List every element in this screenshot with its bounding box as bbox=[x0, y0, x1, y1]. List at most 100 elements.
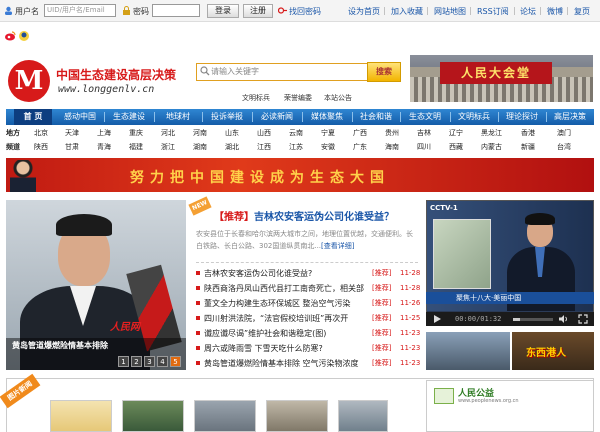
rss-link[interactable]: RSS订阅 bbox=[477, 6, 509, 17]
search-button[interactable]: 搜索 bbox=[367, 62, 401, 82]
nav-model-citizens[interactable]: 文明标兵 bbox=[452, 109, 496, 125]
alt-page-link[interactable]: 复页 bbox=[574, 6, 590, 17]
featured-caption[interactable]: 黄岛管道爆燃险情基本排除 bbox=[12, 340, 108, 351]
nav-media-focus[interactable]: 媒体聚焦 bbox=[304, 109, 350, 125]
region-link[interactable]: 海南 bbox=[385, 142, 399, 152]
region-link[interactable]: 江西 bbox=[257, 142, 271, 152]
nav-eco-civilization[interactable]: 生态文明 bbox=[402, 109, 448, 125]
region-link[interactable]: 浙江 bbox=[161, 142, 175, 152]
region-link[interactable]: 辽宁 bbox=[449, 128, 463, 138]
photo-news-thumbnail[interactable] bbox=[338, 400, 388, 432]
news-item[interactable]: 黄岛管道爆燃险情基本排除 空气污染物浓度 [推荐] 11-23 bbox=[196, 356, 420, 371]
region-link[interactable]: 云南 bbox=[289, 128, 303, 138]
slider-page-1[interactable]: 1 bbox=[118, 356, 129, 367]
region-link[interactable]: 西藏 bbox=[449, 142, 463, 152]
add-favorite-link[interactable]: 加入收藏 bbox=[391, 6, 423, 17]
nav-home[interactable]: 首 页 bbox=[14, 109, 52, 125]
region-link[interactable]: 吉林 bbox=[417, 128, 431, 138]
sitemap-link[interactable]: 网站地图 bbox=[434, 6, 466, 17]
play-icon[interactable] bbox=[432, 314, 442, 324]
hot-link-honorary-editors[interactable]: 荣誉编委 bbox=[284, 93, 312, 103]
region-link[interactable]: 甘肃 bbox=[65, 142, 79, 152]
region-link[interactable]: 新疆 bbox=[521, 142, 535, 152]
nav-high-level-decisions[interactable]: 高层决策 bbox=[548, 109, 592, 125]
region-link[interactable]: 北京 bbox=[34, 128, 48, 138]
hot-link-announcements[interactable]: 本站公告 bbox=[324, 93, 352, 103]
news-item[interactable]: 四川射洪法院，“法官假校培训班”再次开 [推荐] 11-25 bbox=[196, 311, 420, 326]
separator: | bbox=[469, 6, 472, 15]
region-link[interactable]: 青海 bbox=[97, 142, 111, 152]
nav-complaints[interactable]: 投诉举报 bbox=[204, 109, 250, 125]
news-item[interactable]: 董文全力构建生态环保城区 整治空气污染 [推荐] 11-26 bbox=[196, 296, 420, 311]
region-link[interactable]: 山东 bbox=[225, 128, 239, 138]
nav-theory[interactable]: 理论探讨 bbox=[500, 109, 544, 125]
nav-must-read[interactable]: 必读新闻 bbox=[254, 109, 300, 125]
region-link[interactable]: 天津 bbox=[65, 128, 79, 138]
region-link[interactable]: 宁夏 bbox=[321, 128, 335, 138]
slider-page-3[interactable]: 3 bbox=[144, 356, 155, 367]
hot-link-model-citizens[interactable]: 文明标兵 bbox=[242, 93, 270, 103]
nav-eco-construction[interactable]: 生态建设 bbox=[106, 109, 152, 125]
region-link[interactable]: 广西 bbox=[353, 128, 367, 138]
video-player[interactable] bbox=[426, 200, 594, 326]
region-row-channel: 频道 陕西 甘肃 青海 福建 浙江 湖南 湖北 江西 江苏 安徽 广东 海南 四… bbox=[6, 142, 594, 155]
region-link[interactable]: 内蒙古 bbox=[481, 142, 502, 152]
news-title[interactable]: 陕西商洛丹凤山西代县打工南奇死亡，相关部 bbox=[204, 281, 368, 296]
slider-page-4[interactable]: 4 bbox=[157, 356, 168, 367]
nav-touching-china[interactable]: 感动中国 bbox=[58, 109, 102, 125]
region-link[interactable]: 四川 bbox=[417, 142, 431, 152]
qq-share-icon[interactable] bbox=[18, 30, 30, 42]
volume-icon[interactable] bbox=[558, 314, 568, 324]
region-link[interactable]: 江苏 bbox=[289, 142, 303, 152]
login-button[interactable]: 登录 bbox=[207, 4, 239, 18]
fullscreen-icon[interactable] bbox=[578, 314, 588, 324]
weibo-link[interactable]: 微博 bbox=[547, 6, 563, 17]
photo-news-thumbnail[interactable] bbox=[122, 400, 184, 432]
region-link[interactable]: 湖北 bbox=[225, 142, 239, 152]
region-link[interactable]: 贵州 bbox=[385, 128, 399, 138]
news-title[interactable]: 董文全力构建生态环保城区 整治空气污染 bbox=[204, 296, 368, 311]
region-link[interactable]: 广东 bbox=[353, 142, 367, 152]
region-link[interactable]: 台湾 bbox=[557, 142, 571, 152]
weibo-icon[interactable] bbox=[4, 30, 16, 42]
region-link[interactable]: 澳门 bbox=[557, 128, 571, 138]
news-title[interactable]: 吉林农安客运伪公司化谁受益? bbox=[204, 266, 368, 281]
news-item[interactable]: 吉林农安客运伪公司化谁受益? [推荐] 11-28 bbox=[196, 266, 420, 281]
region-link[interactable]: 湖南 bbox=[193, 142, 207, 152]
slider-page-5[interactable]: 5 bbox=[170, 356, 181, 367]
news-title[interactable]: 谶应谶尽谒”维护社会和谐稳定(图) bbox=[204, 326, 368, 341]
search-input[interactable]: 请输入关键字 bbox=[211, 66, 259, 77]
region-link[interactable]: 河北 bbox=[161, 128, 175, 138]
news-title[interactable]: 周六或降雨雪 下雪天吃什么防寒? bbox=[204, 341, 368, 356]
news-item[interactable]: 谶应谶尽谒”维护社会和谐稳定(图) [推荐] 11-23 bbox=[196, 326, 420, 341]
nav-social-harmony[interactable]: 社会和谐 bbox=[354, 109, 398, 125]
forum-link[interactable]: 论坛 bbox=[520, 6, 536, 17]
nav-separator bbox=[352, 112, 353, 122]
retrieve-password-link[interactable]: 找回密码 bbox=[289, 6, 321, 17]
news-title[interactable]: 四川射洪法院，“法官假校培训班”再次开 bbox=[204, 311, 368, 326]
region-link[interactable]: 河南 bbox=[193, 128, 207, 138]
region-link[interactable]: 山西 bbox=[257, 128, 271, 138]
region-link[interactable]: 福建 bbox=[129, 142, 143, 152]
region-link[interactable]: 香港 bbox=[521, 128, 535, 138]
region-link[interactable]: 陕西 bbox=[34, 142, 48, 152]
photo-news-thumbnail[interactable] bbox=[194, 400, 256, 432]
photo-news-thumbnail[interactable] bbox=[50, 400, 112, 432]
video-thumbnail[interactable] bbox=[426, 332, 510, 370]
register-button[interactable]: 注册 bbox=[243, 4, 273, 18]
region-link[interactable]: 安徽 bbox=[321, 142, 335, 152]
photo-news-thumbnail[interactable] bbox=[266, 400, 328, 432]
headline-title[interactable]: 【推荐】吉林农安客运伪公司化谁受益？ bbox=[214, 208, 394, 223]
news-item[interactable]: 陕西商洛丹凤山西代县打工南奇死亡，相关部 [推荐] 11-28 bbox=[196, 281, 420, 296]
region-link[interactable]: 重庆 bbox=[129, 128, 143, 138]
region-link[interactable]: 上海 bbox=[97, 128, 111, 138]
nav-global-village[interactable]: 地球村 bbox=[156, 109, 200, 125]
view-details-link[interactable]: [查看详细] bbox=[321, 242, 354, 250]
news-item[interactable]: 周六或降雨雪 下雪天吃什么防寒? [推荐] 11-23 bbox=[196, 341, 420, 356]
username-input[interactable]: UID/用户名/Email bbox=[44, 4, 116, 17]
region-link[interactable]: 黑龙江 bbox=[481, 128, 502, 138]
set-homepage-link[interactable]: 设为首页 bbox=[348, 6, 380, 17]
news-title[interactable]: 黄岛管道爆燃险情基本排除 空气污染物浓度 bbox=[204, 356, 368, 371]
password-input[interactable] bbox=[152, 4, 200, 17]
slider-page-2[interactable]: 2 bbox=[131, 356, 142, 367]
